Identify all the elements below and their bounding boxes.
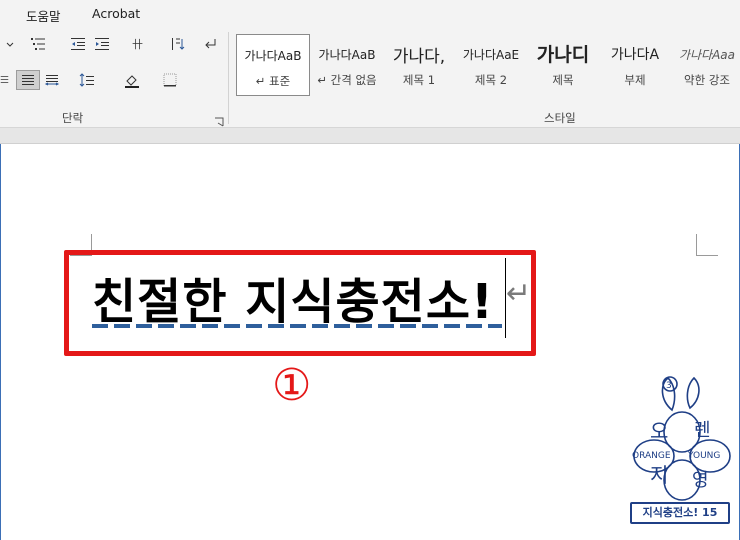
style-sample: 가나다A bbox=[610, 47, 660, 63]
style-name: 제목 1 bbox=[402, 73, 436, 87]
style-name: 제목 bbox=[552, 73, 574, 87]
line-spacing-icon[interactable] bbox=[72, 70, 102, 90]
style-name: 부제 bbox=[624, 73, 646, 87]
spelling-squiggle bbox=[92, 324, 502, 328]
logo-char-4: 영 bbox=[692, 470, 709, 491]
style-name: ↵ 간격 없음 bbox=[317, 73, 377, 87]
document-canvas-gap bbox=[0, 128, 740, 144]
style-sample: 가나디 bbox=[536, 44, 590, 66]
style-sample: 가나다, bbox=[392, 47, 446, 67]
style-subtle-emphasis[interactable]: 가나다Aaa 약한 강조 bbox=[670, 34, 740, 96]
margin-corner-right bbox=[696, 234, 718, 256]
multilevel-list-icon[interactable] bbox=[22, 34, 54, 54]
shading-icon[interactable] bbox=[116, 70, 148, 90]
svg-text:卄: 卄 bbox=[132, 38, 143, 51]
tab-acrobat[interactable]: Acrobat bbox=[92, 6, 140, 21]
logo-char-3: 지 bbox=[650, 463, 668, 487]
style-name: 제목 2 bbox=[474, 73, 508, 87]
style-subtitle[interactable]: 가나다A 부제 bbox=[598, 34, 672, 96]
show-marks-icon[interactable] bbox=[198, 34, 222, 54]
paragraph-dialog-launcher-icon[interactable] bbox=[214, 112, 224, 127]
styles-gallery: 가나다AaB ↵ 표준 가나다AaB ↵ 간격 없음 가나다, 제목 1 가나다… bbox=[236, 34, 740, 98]
style-name: 약한 강조 bbox=[684, 73, 730, 87]
style-name: ↵ 표준 bbox=[255, 74, 291, 88]
justify-icon[interactable] bbox=[16, 70, 40, 90]
bullets-dropdown-icon[interactable] bbox=[0, 34, 24, 54]
style-heading-1[interactable]: 가나다, 제목 1 bbox=[382, 34, 456, 96]
paragraph-group-label: 단락 bbox=[62, 111, 84, 125]
logo-word-right: YOUNG bbox=[687, 451, 720, 461]
style-no-spacing[interactable]: 가나다AaB ↵ 간격 없음 bbox=[310, 34, 384, 96]
tab-help[interactable]: 도움말 bbox=[26, 6, 61, 25]
logo-word-left: ORANGE bbox=[632, 451, 671, 461]
align-left-icon[interactable] bbox=[0, 70, 12, 90]
logo-char-1: 오 bbox=[650, 419, 668, 443]
document-headline[interactable]: 친절한 지식충전소! bbox=[92, 262, 494, 332]
style-sample: 가나다AaB bbox=[318, 48, 376, 62]
style-sample: 가나다Aaa bbox=[678, 48, 736, 62]
group-divider bbox=[228, 32, 229, 124]
increase-indent-icon[interactable] bbox=[90, 34, 114, 54]
asian-layout-icon[interactable]: 卄 bbox=[122, 34, 156, 54]
step-marker: ① bbox=[272, 360, 312, 411]
distributed-icon[interactable] bbox=[40, 70, 64, 90]
style-heading-2[interactable]: 가나다AaE 제목 2 bbox=[454, 34, 528, 96]
ribbon: 卄 단락 가나다AaB ↵ 표준 가나다AaB ↵ 간격 없음 가나다, 제목 … bbox=[0, 26, 740, 128]
svg-text:3: 3 bbox=[666, 381, 672, 391]
logo-char-2: 렌 bbox=[694, 420, 711, 441]
decrease-indent-icon[interactable] bbox=[66, 34, 90, 54]
sort-icon[interactable] bbox=[166, 34, 190, 54]
style-sample: 가나다AaB bbox=[244, 49, 302, 63]
style-sample: 가나다AaE bbox=[462, 48, 520, 62]
ribbon-tab-bar: 도움말 Acrobat bbox=[0, 0, 740, 26]
style-normal[interactable]: 가나다AaB ↵ 표준 bbox=[236, 34, 310, 96]
logo-badge: 지식충전소! 15 bbox=[630, 502, 730, 524]
paragraph-mark-icon: ↵ bbox=[506, 276, 532, 311]
borders-icon[interactable] bbox=[154, 70, 186, 90]
style-title[interactable]: 가나디 제목 bbox=[526, 34, 600, 96]
styles-group-label: 스타일 bbox=[544, 111, 576, 125]
